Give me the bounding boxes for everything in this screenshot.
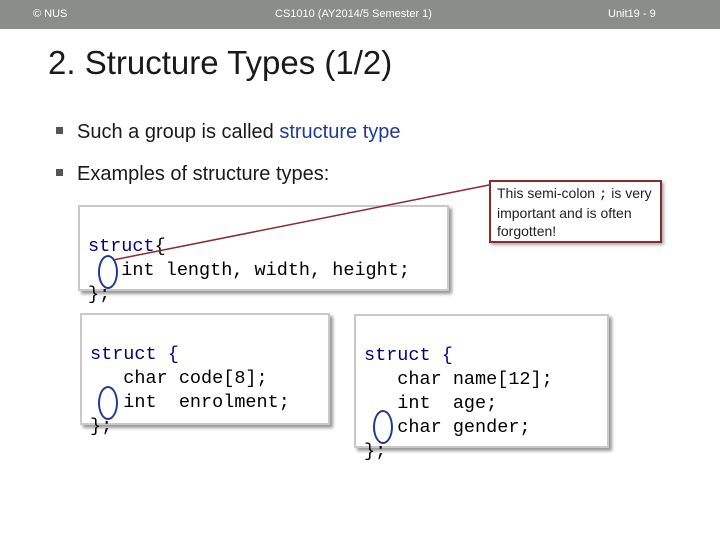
semicolon-callout: This semi-colon ; is very important and … <box>489 180 662 243</box>
callout-pointer-line <box>112 184 490 261</box>
